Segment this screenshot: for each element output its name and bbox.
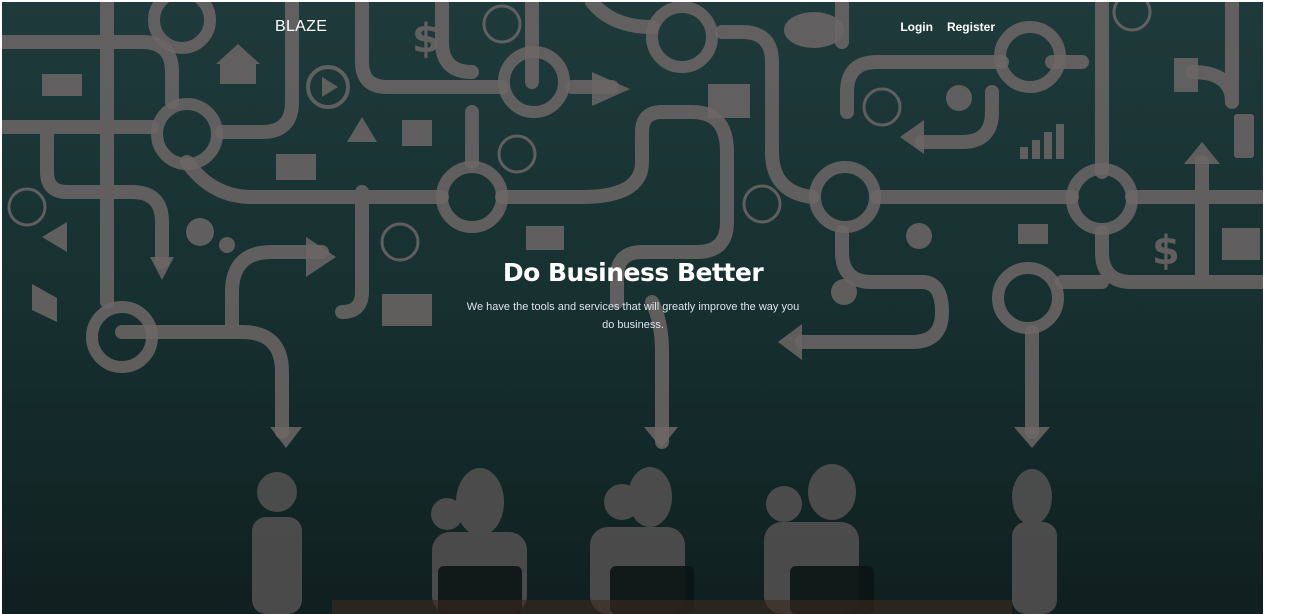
login-link[interactable]: Login <box>900 20 933 34</box>
brand-logo[interactable]: BLAZE <box>275 18 327 36</box>
hero-content: Do Business Better We have the tools and… <box>432 256 834 334</box>
hero-section: $ $ BLAZE Login Register Do Business Bet… <box>2 2 1263 614</box>
svg-text:$: $ <box>1152 228 1180 274</box>
nav-links: Login Register <box>900 20 995 34</box>
register-link[interactable]: Register <box>947 20 995 34</box>
hero-title: Do Business Better <box>502 258 764 287</box>
navbar: BLAZE Login Register <box>2 2 1263 56</box>
hero-subtitle: We have the tools and services that will… <box>466 301 800 331</box>
